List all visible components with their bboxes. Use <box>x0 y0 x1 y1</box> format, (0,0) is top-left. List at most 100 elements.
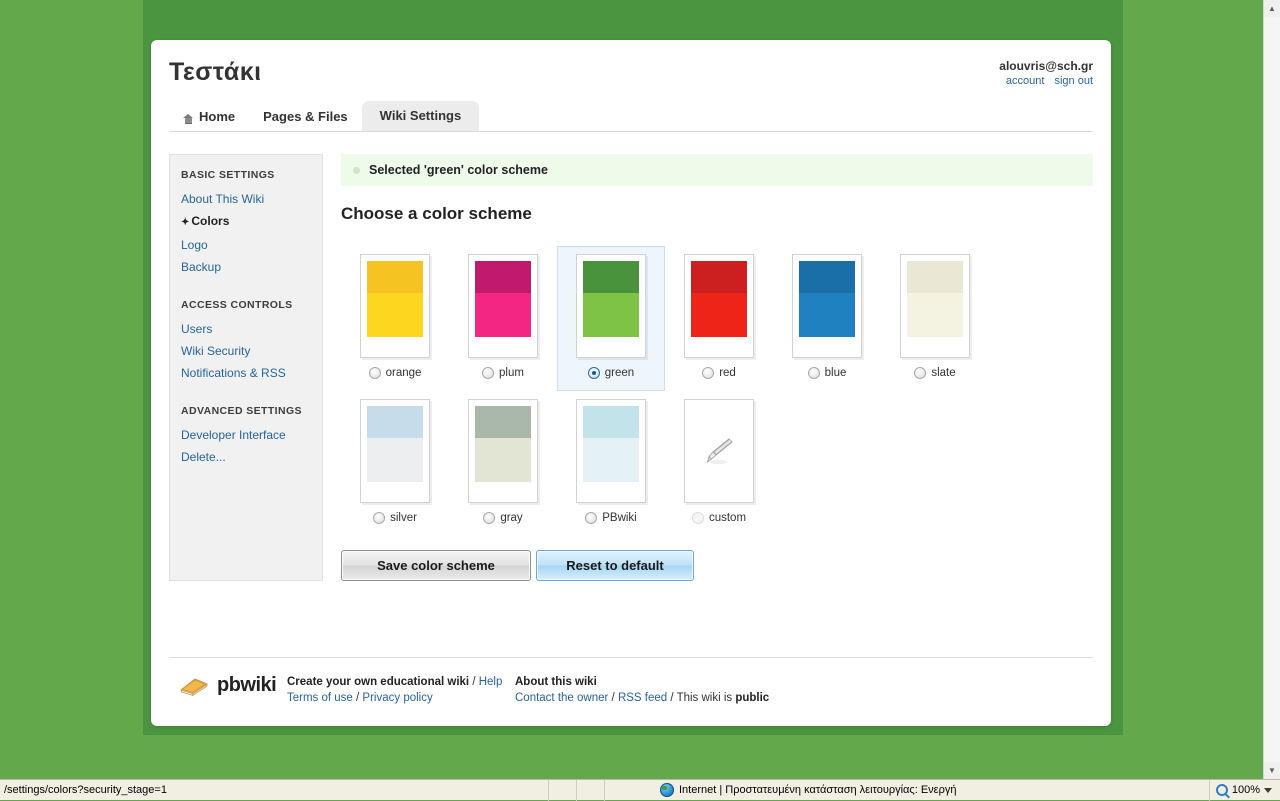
pbwiki-logo[interactable]: pbwiki <box>169 674 287 697</box>
wiki-visibility-value: public <box>735 692 770 704</box>
radio-slate[interactable] <box>914 367 927 379</box>
radio-gray[interactable] <box>483 512 496 524</box>
sidebar-item-wiki-security[interactable]: Wiki Security <box>170 340 322 362</box>
color-chip-top <box>475 406 531 438</box>
account-email: alouvris@sch.gr <box>999 59 1093 73</box>
color-scheme-option-plum[interactable]: plum <box>449 246 557 391</box>
sidebar-item-delete[interactable]: Delete... <box>170 446 322 468</box>
save-color-scheme-button[interactable]: Save color scheme <box>341 550 531 581</box>
footer-sep: / <box>608 692 618 704</box>
color-scheme-preview-pbwiki <box>576 399 646 503</box>
paintbrush-icon <box>699 431 739 471</box>
status-url-text: /settings/colors?security_stage=1 <box>4 784 167 796</box>
sidebar-group-title: BASIC SETTINGS <box>181 169 275 181</box>
sidebar-group-access-controls: ACCESS CONTROLS Users Wiki Security Noti… <box>170 299 322 384</box>
sidebar-item-about-this-wiki[interactable]: About This Wiki <box>170 188 322 210</box>
account-link[interactable]: account <box>1006 75 1045 87</box>
color-scheme-preview-blue <box>792 254 862 358</box>
contact-the-owner-link[interactable]: Contact the owner <box>515 692 608 704</box>
color-scheme-name: green <box>604 367 635 379</box>
sidebar-item-backup[interactable]: Backup <box>170 256 322 278</box>
pb-sandwich-icon <box>179 675 209 697</box>
color-chip <box>475 406 531 482</box>
color-scheme-option-blue[interactable]: blue <box>773 246 881 391</box>
color-scheme-preview-green <box>576 254 646 358</box>
wiki-visibility-prefix: This wiki is <box>676 692 736 704</box>
zoom-control[interactable]: 100% <box>1210 784 1280 796</box>
sidebar-item-colors[interactable]: ✦ Colors <box>170 210 322 234</box>
color-scheme-name: silver <box>390 512 417 524</box>
color-scheme-option-green[interactable]: green <box>557 246 665 391</box>
scroll-down-arrow-icon[interactable]: ▼ <box>1264 762 1280 779</box>
sidebar-item-users[interactable]: Users <box>170 318 322 340</box>
rss-feed-link[interactable]: RSS feed <box>618 692 667 704</box>
radio-orange[interactable] <box>368 367 381 379</box>
sidebar-group-advanced-settings: ADVANCED SETTINGS Developer Interface De… <box>170 405 322 468</box>
scroll-up-arrow-icon[interactable]: ▲ <box>1264 0 1280 17</box>
footer-sep: / <box>352 692 363 704</box>
color-scheme-name: red <box>719 367 736 379</box>
sign-out-link[interactable]: sign out <box>1054 75 1093 87</box>
footer-column-right: About this wiki Contact the owner / RSS … <box>515 674 769 706</box>
color-chip-bottom <box>583 438 639 482</box>
color-chip <box>583 261 639 337</box>
color-scheme-option-slate[interactable]: slate <box>881 246 989 391</box>
radio-blue[interactable] <box>807 367 820 379</box>
tab-home[interactable]: Home <box>169 103 249 132</box>
color-scheme-name: PBwiki <box>602 512 637 524</box>
terms-of-use-link[interactable]: Terms of use <box>287 692 353 704</box>
chevron-down-icon[interactable] <box>1264 787 1272 793</box>
color-chip-top <box>367 261 423 293</box>
color-chip-bottom <box>583 293 639 337</box>
scrollbar-track[interactable] <box>1264 17 1280 762</box>
footer-line-create-wiki: Create your own educational wiki / Help <box>287 674 515 690</box>
flash-message-text: Selected 'green' color scheme <box>369 163 548 177</box>
vertical-scrollbar[interactable]: ▲ ▼ <box>1263 0 1280 779</box>
color-scheme-preview-gray <box>468 399 538 503</box>
color-scheme-option-red[interactable]: red <box>665 246 773 391</box>
color-scheme-name: custom <box>708 512 747 524</box>
status-divider <box>576 779 577 801</box>
radio-custom[interactable] <box>691 512 704 524</box>
color-scheme-label-row: blue <box>807 367 846 379</box>
color-scheme-label-row: red <box>702 367 736 379</box>
sidebar-group-basic-settings: BASIC SETTINGS About This Wiki ✦ Colors L… <box>170 169 322 278</box>
color-scheme-option-silver[interactable]: silver <box>341 391 449 536</box>
tab-pages-and-files-label: Pages & Files <box>263 109 348 124</box>
tab-pages-and-files[interactable]: Pages & Files <box>249 103 362 132</box>
account-links: account sign out <box>999 74 1093 89</box>
create-your-own-wiki-link[interactable]: Create your own educational wiki <box>287 676 469 688</box>
color-chip <box>475 261 531 337</box>
radio-silver[interactable] <box>373 512 386 524</box>
radio-plum[interactable] <box>482 367 495 379</box>
status-divider <box>548 779 549 801</box>
flash-bullet-icon <box>353 166 360 174</box>
reset-to-default-button[interactable]: Reset to default <box>536 550 694 581</box>
tab-wiki-settings[interactable]: Wiki Settings <box>361 101 480 132</box>
security-zone-indicator[interactable]: Internet | Προστατευμένη κατάσταση λειτο… <box>605 783 1209 797</box>
color-scheme-option-orange[interactable]: orange <box>341 246 449 391</box>
color-scheme-option-custom[interactable]: custom <box>665 391 773 536</box>
color-scheme-grid: orange plum green red blue slate silver gray PBw… <box>341 246 1093 536</box>
footer-about-this-wiki-title: About this wiki <box>515 676 597 688</box>
color-chip-bottom <box>691 293 747 337</box>
help-link[interactable]: Help <box>479 676 503 688</box>
color-scheme-preview-orange <box>360 254 430 358</box>
color-chip-bottom <box>799 293 855 337</box>
browser-status-bar: /settings/colors?security_stage=1 Intern… <box>0 779 1280 801</box>
color-scheme-option-gray[interactable]: gray <box>449 391 557 536</box>
color-chip-top <box>691 261 747 293</box>
radio-green[interactable] <box>587 367 600 379</box>
radio-pbwiki[interactable] <box>585 512 598 524</box>
radio-red[interactable] <box>702 367 715 379</box>
footer-line-legal: Terms of use / Privacy policy <box>287 690 515 706</box>
color-chip-bottom <box>367 293 423 337</box>
color-scheme-label-row: orange <box>368 367 421 379</box>
sidebar-item-notifications-and-rss[interactable]: Notifications & RSS <box>170 362 322 384</box>
color-chip-bottom <box>475 293 531 337</box>
sidebar-item-developer-interface[interactable]: Developer Interface <box>170 424 322 446</box>
sidebar-item-logo[interactable]: Logo <box>170 234 322 256</box>
color-scheme-name: plum <box>499 367 524 379</box>
color-scheme-option-pbwiki[interactable]: PBwiki <box>557 391 665 536</box>
privacy-policy-link[interactable]: Privacy policy <box>362 692 432 704</box>
